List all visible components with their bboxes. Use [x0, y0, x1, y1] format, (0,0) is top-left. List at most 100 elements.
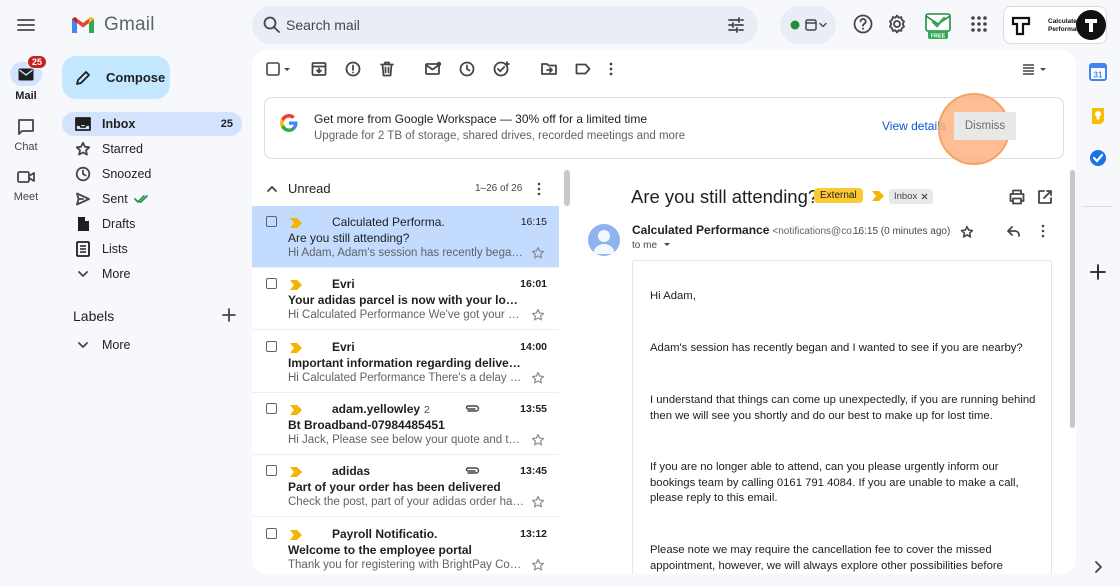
extension-button[interactable]: FREE — [922, 10, 954, 40]
create-label-button[interactable] — [222, 308, 236, 322]
star-icon[interactable] — [531, 495, 545, 509]
search-input[interactable] — [286, 6, 706, 44]
rail-meet-label: Meet — [13, 191, 39, 203]
nav-item-sent[interactable]: Sent — [62, 187, 242, 211]
main-menu-button[interactable] — [14, 13, 38, 37]
delete-button[interactable] — [378, 60, 396, 78]
important-marker-icon[interactable] — [290, 342, 302, 353]
row-checkbox[interactable] — [266, 216, 277, 227]
row-sender: adidas — [332, 464, 371, 479]
chat-icon — [18, 119, 34, 135]
nav-item-snoozed[interactable]: Snoozed — [62, 162, 242, 186]
message-row[interactable]: Calculated Performa. 16:15 Are you still a… — [252, 206, 559, 268]
print-icon[interactable] — [1008, 188, 1026, 206]
pencil-icon — [76, 70, 90, 85]
report-spam-button[interactable] — [344, 60, 362, 78]
keep-addon[interactable] — [1088, 106, 1108, 126]
calendar-addon[interactable]: 31 — [1088, 62, 1108, 82]
body-paragraph: I understand that things can come up une… — [650, 394, 1036, 422]
split-pane-toggle[interactable] — [1020, 60, 1050, 78]
important-marker-icon[interactable] — [872, 191, 884, 201]
reader-scrollbar[interactable] — [1070, 170, 1075, 428]
row-checkbox[interactable] — [266, 340, 277, 352]
message-row[interactable]: adidas 13:45 Part of your order has been d… — [252, 455, 559, 518]
search-options-icon[interactable] — [726, 15, 746, 35]
star-icon[interactable] — [531, 558, 545, 572]
sender-name[interactable]: Calculated Performance <notifications@co.… — [632, 223, 860, 237]
snooze-button[interactable] — [458, 60, 476, 78]
settings-button[interactable] — [886, 13, 908, 35]
show-side-panel-button[interactable] — [1088, 557, 1108, 577]
nav-item-more[interactable]: More — [62, 262, 242, 286]
get-addons-button[interactable] — [1088, 262, 1108, 282]
important-marker-icon[interactable] — [290, 467, 302, 478]
row-snippet: Hi Calculated Performance We've got your… — [288, 309, 524, 322]
nav-item-inbox[interactable]: Inbox 25 — [62, 112, 242, 136]
important-marker-icon[interactable] — [290, 404, 302, 415]
move-to-button[interactable] — [540, 60, 558, 78]
rail-chat[interactable]: Chat — [0, 117, 52, 153]
reply-icon[interactable] — [1006, 223, 1022, 239]
row-time: 16:15 — [520, 216, 547, 228]
account-button[interactable]: Calculated Performance — [1003, 6, 1107, 44]
nav-item-lists[interactable]: Lists — [62, 237, 242, 261]
chevron-down-icon — [78, 342, 88, 348]
remove-label-icon[interactable] — [921, 193, 928, 200]
select-all-checkbox[interactable] — [266, 60, 294, 78]
sender-avatar[interactable] — [588, 224, 620, 256]
nav-item-starred[interactable]: Starred — [62, 137, 242, 161]
view-details-link[interactable]: View details — [882, 119, 946, 133]
star-icon[interactable] — [531, 433, 545, 447]
search-icon[interactable] — [262, 15, 282, 35]
star-icon[interactable] — [531, 308, 545, 322]
star-icon[interactable] — [960, 225, 974, 239]
important-marker-icon[interactable] — [290, 218, 302, 228]
archive-button[interactable] — [310, 60, 328, 78]
svg-text:31: 31 — [1094, 71, 1103, 80]
mark-unread-icon — [425, 61, 442, 75]
google-apps-button[interactable] — [968, 13, 990, 35]
message-row[interactable]: adam.yellowley 2 13:55 Bt Broadband-0798448… — [252, 393, 559, 455]
important-marker-icon[interactable] — [290, 280, 302, 291]
labels-button[interactable] — [574, 60, 592, 78]
recipient-details[interactable]: to me — [632, 240, 671, 251]
tasks-addon[interactable] — [1088, 148, 1108, 168]
dismiss-button[interactable]: Dismiss — [954, 112, 1016, 140]
row-checkbox[interactable] — [266, 465, 277, 477]
row-snippet: Thank you for registering with BrightPay… — [288, 558, 524, 571]
person-icon — [593, 230, 615, 254]
star-icon[interactable] — [531, 371, 545, 385]
labels-more[interactable]: More — [62, 333, 242, 357]
body-paragraph: If you are no longer able to attend, can… — [650, 461, 1019, 504]
more-actions-button[interactable] — [606, 60, 616, 78]
row-checkbox[interactable] — [266, 402, 277, 414]
search-bar[interactable] — [252, 6, 758, 44]
message-range: 1–26 of 26 — [475, 183, 523, 194]
status-selector[interactable] — [780, 6, 836, 44]
row-time: 14:00 — [520, 340, 547, 353]
star-icon[interactable] — [531, 246, 545, 260]
row-subject: Your adidas parcel is now with your loca… — [288, 293, 524, 308]
row-checkbox[interactable] — [266, 278, 277, 290]
open-new-window-icon[interactable] — [1036, 188, 1054, 206]
more-vertical-icon[interactable] — [1038, 223, 1048, 239]
message-row[interactable]: Evri 16:01 Your adidas parcel is now with … — [252, 268, 559, 331]
add-to-tasks-button[interactable] — [492, 60, 512, 78]
rail-meet[interactable]: Meet — [0, 167, 52, 203]
message-row[interactable]: Evri 14:00 Important information regarding… — [252, 331, 559, 393]
body-paragraph: Please note we may require the cancellat… — [650, 544, 1003, 572]
more-vertical-icon[interactable] — [534, 181, 544, 197]
nav-item-drafts[interactable]: Drafts — [62, 212, 242, 236]
list-scrollbar[interactable] — [564, 170, 570, 206]
compose-button[interactable]: Compose — [62, 56, 170, 99]
row-checkbox[interactable] — [266, 527, 277, 539]
support-button[interactable] — [852, 13, 874, 35]
brand-logo-icon — [1011, 16, 1031, 36]
mark-unread-button[interactable] — [424, 60, 442, 78]
list-section-header[interactable]: Unread 1–26 of 26 — [252, 170, 560, 206]
chevron-up-icon[interactable] — [266, 183, 278, 195]
rail-mail[interactable]: 25 Mail — [0, 55, 52, 102]
message-row[interactable]: Payroll Notificatio. 13:12 Welcome to the … — [252, 518, 559, 575]
important-marker-icon[interactable] — [290, 529, 302, 540]
gmail-logo[interactable]: Gmail — [70, 12, 155, 38]
